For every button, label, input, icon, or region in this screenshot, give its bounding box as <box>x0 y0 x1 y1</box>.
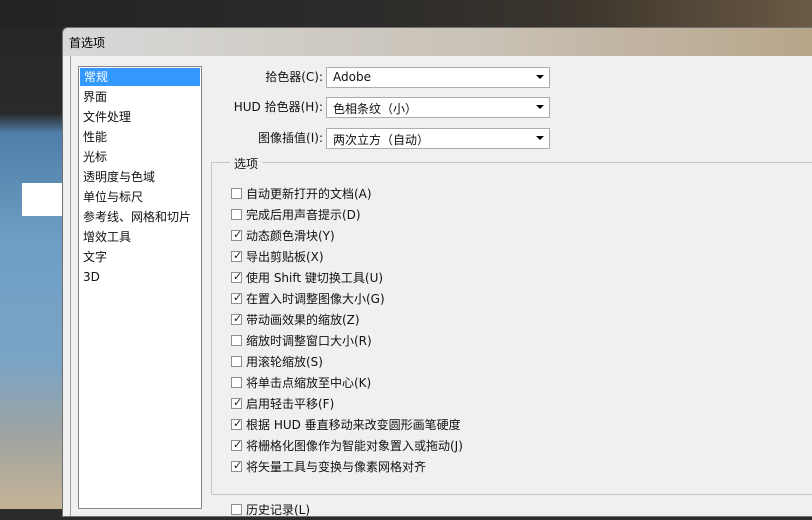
category-item[interactable]: 光标 <box>79 147 201 167</box>
category-item[interactable]: 增效工具 <box>79 227 201 247</box>
checkbox[interactable] <box>231 188 242 199</box>
dialog-titlebar[interactable]: 首选项 <box>63 28 812 56</box>
checkbox[interactable]: ✓ <box>231 459 243 472</box>
option-label: 完成后用声音提示(D) <box>246 208 361 222</box>
option-label: 根据 HUD 垂直移动来改变圆形画笔硬度 <box>246 418 461 432</box>
checkbox[interactable] <box>231 377 242 388</box>
checkmark-icon: ✓ <box>233 417 243 430</box>
checkbox[interactable] <box>231 356 242 367</box>
options-group-title: 选项 <box>230 155 263 172</box>
option-label: 历史记录(L) <box>246 503 311 517</box>
checkmark-icon: ✓ <box>233 396 243 409</box>
category-item[interactable]: 界面 <box>79 87 201 107</box>
checkbox[interactable]: ✓ <box>231 228 243 241</box>
option-label: 将单击点缩放至中心(K) <box>246 376 372 390</box>
category-item[interactable]: 文件处理 <box>79 107 201 127</box>
chevron-down-icon <box>536 75 544 79</box>
dialog-title: 首选项 <box>69 36 106 50</box>
interpolation-select[interactable]: 两次立方（自动） <box>326 128 550 149</box>
checkmark-icon: ✓ <box>233 228 243 241</box>
canvas-background <box>0 27 62 509</box>
checkbox[interactable]: ✓ <box>231 396 243 409</box>
option-label: 自动更新打开的文档(A) <box>246 187 372 201</box>
category-item[interactable]: 透明度与色域 <box>79 167 201 187</box>
checkbox[interactable] <box>231 335 242 346</box>
option-label: 导出剪贴板(X) <box>246 250 324 264</box>
option-label: 用滚轮缩放(S) <box>246 355 323 369</box>
checkmark-icon: ✓ <box>233 249 243 262</box>
category-item[interactable]: 3D <box>79 267 201 287</box>
category-item[interactable]: 文字 <box>79 247 201 267</box>
checkbox[interactable] <box>231 209 242 220</box>
chevron-down-icon <box>536 136 544 140</box>
option-label: 将矢量工具与变换与像素网格对齐 <box>246 460 427 474</box>
category-list[interactable]: 常规 界面 文件处理 性能 光标 透明度与色域 单位与标尺 参考线、网格和切片 增效工具 文字 3D <box>78 66 202 509</box>
checkbox[interactable] <box>231 504 242 515</box>
hud-color-picker-label: HUD 拾色器(H): <box>233 100 323 114</box>
option-label: 在置入时调整图像大小(G) <box>246 292 385 306</box>
checkbox[interactable]: ✓ <box>231 312 243 325</box>
chevron-down-icon <box>536 105 544 109</box>
option-label: 将栅格化图像作为智能对象置入或拖动(J) <box>246 439 463 453</box>
option-label: 动态颜色滑块(Y) <box>246 229 335 243</box>
category-item[interactable]: 常规 <box>80 68 200 86</box>
color-picker-label: 拾色器(C): <box>265 70 323 84</box>
checkbox[interactable]: ✓ <box>231 438 243 451</box>
interpolation-value: 两次立方（自动） <box>333 133 430 147</box>
option-label: 启用轻击平移(F) <box>246 397 335 411</box>
checkmark-icon: ✓ <box>233 459 243 472</box>
category-item[interactable]: 单位与标尺 <box>79 187 201 207</box>
checkmark-icon: ✓ <box>233 312 243 325</box>
checkbox[interactable]: ✓ <box>231 417 243 430</box>
color-picker-value: Adobe <box>333 70 371 84</box>
interpolation-label: 图像插值(I): <box>258 131 323 145</box>
color-picker-select[interactable]: Adobe <box>326 67 550 88</box>
hud-color-picker-value: 色相条纹（小） <box>333 102 418 116</box>
hud-color-picker-select[interactable]: 色相条纹（小） <box>326 97 550 118</box>
canvas-white-block <box>22 183 62 216</box>
checkbox[interactable]: ✓ <box>231 270 243 283</box>
category-item[interactable]: 性能 <box>79 127 201 147</box>
checkmark-icon: ✓ <box>233 270 243 283</box>
checkbox[interactable]: ✓ <box>231 291 243 304</box>
option-label: 使用 Shift 键切换工具(U) <box>246 271 384 285</box>
option-label: 缩放时调整窗口大小(R) <box>246 334 372 348</box>
checkbox[interactable]: ✓ <box>231 249 243 262</box>
option-label: 带动画效果的缩放(Z) <box>246 313 360 327</box>
checkmark-icon: ✓ <box>233 291 243 304</box>
app-background-top <box>0 0 812 27</box>
category-item[interactable]: 参考线、网格和切片 <box>79 207 201 227</box>
checkmark-icon: ✓ <box>233 438 243 451</box>
